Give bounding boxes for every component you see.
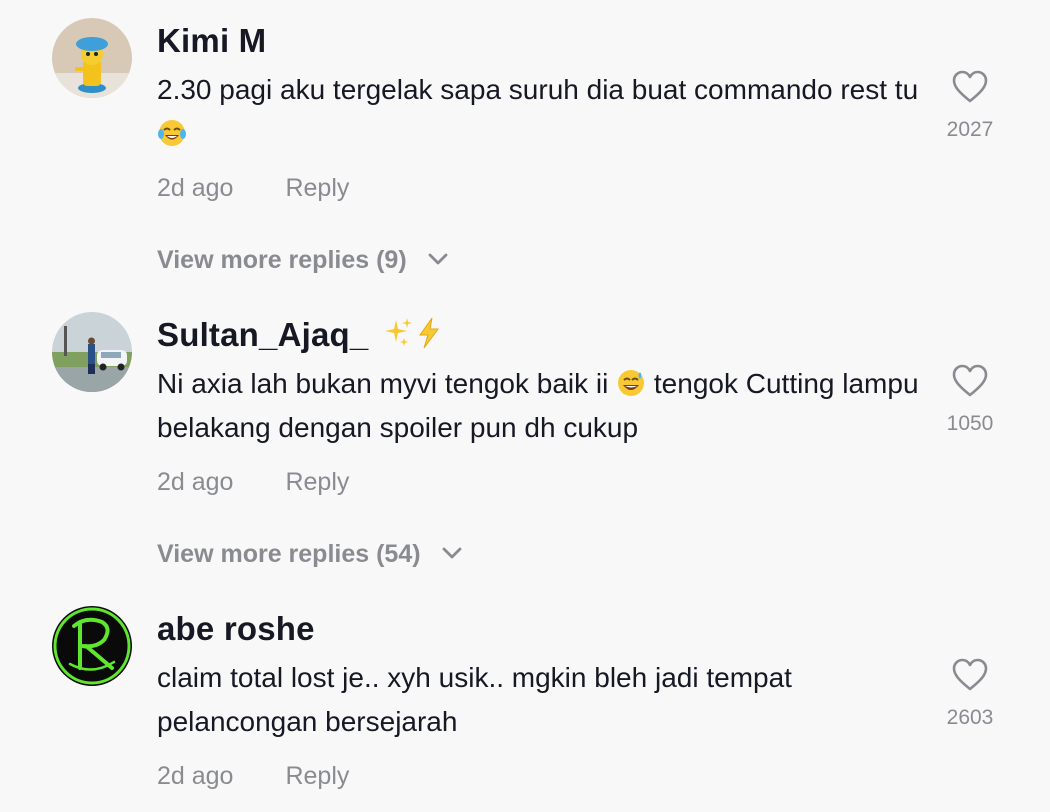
comment-meta: 2d ago Reply xyxy=(157,762,349,791)
avatar-toy-figure-icon xyxy=(52,18,132,98)
comment-text: claim total lost je.. xyh usik.. mgkin b… xyxy=(157,662,792,737)
comment-username[interactable]: Sultan_Ajaq_ xyxy=(157,316,446,354)
comment-time: 2d ago xyxy=(157,468,234,496)
like-button[interactable]: 2603 xyxy=(935,658,1005,730)
view-more-replies-button[interactable]: View more replies (54) xyxy=(157,540,462,569)
reply-button[interactable]: Reply xyxy=(285,762,349,790)
view-more-replies-button[interactable]: View more replies (9) xyxy=(157,246,448,275)
heart-icon[interactable] xyxy=(952,364,988,398)
like-count: 2603 xyxy=(946,706,994,729)
reply-button[interactable]: Reply xyxy=(285,468,349,496)
comment-username[interactable]: Kimi M xyxy=(157,22,266,60)
like-button[interactable]: 1050 xyxy=(935,364,1005,436)
comment-text: Ni axia lah bukan myvi tengok baik ii te… xyxy=(157,368,919,443)
avatar[interactable] xyxy=(52,312,132,392)
comment-text: 2.30 pagi aku tergelak sapa suruh dia bu… xyxy=(157,68,937,156)
avatar[interactable] xyxy=(52,18,132,98)
chevron-down-icon xyxy=(442,547,461,559)
heart-icon[interactable] xyxy=(952,658,988,692)
avatar[interactable] xyxy=(52,606,132,686)
like-count: 2027 xyxy=(946,118,994,141)
comment-time: 2d ago xyxy=(157,174,234,202)
avatar-green-r-logo-icon xyxy=(52,606,132,686)
heart-icon[interactable] xyxy=(952,70,988,104)
like-count: 1050 xyxy=(946,412,994,435)
grinning-face-with-sweat-icon xyxy=(618,370,645,396)
like-button[interactable]: 2027 xyxy=(935,70,1005,142)
sparkles-lightning-icon xyxy=(384,317,439,349)
comment-username[interactable]: abe roshe xyxy=(157,610,315,648)
reply-button[interactable]: Reply xyxy=(285,174,349,202)
chevron-down-icon xyxy=(428,253,448,265)
comment-meta: 2d ago Reply xyxy=(157,174,349,203)
comment-time: 2d ago xyxy=(157,762,234,790)
avatar-car-photo-icon xyxy=(52,312,132,392)
comment-meta: 2d ago Reply xyxy=(157,468,349,497)
face-with-tears-of-joy-icon xyxy=(158,120,186,146)
